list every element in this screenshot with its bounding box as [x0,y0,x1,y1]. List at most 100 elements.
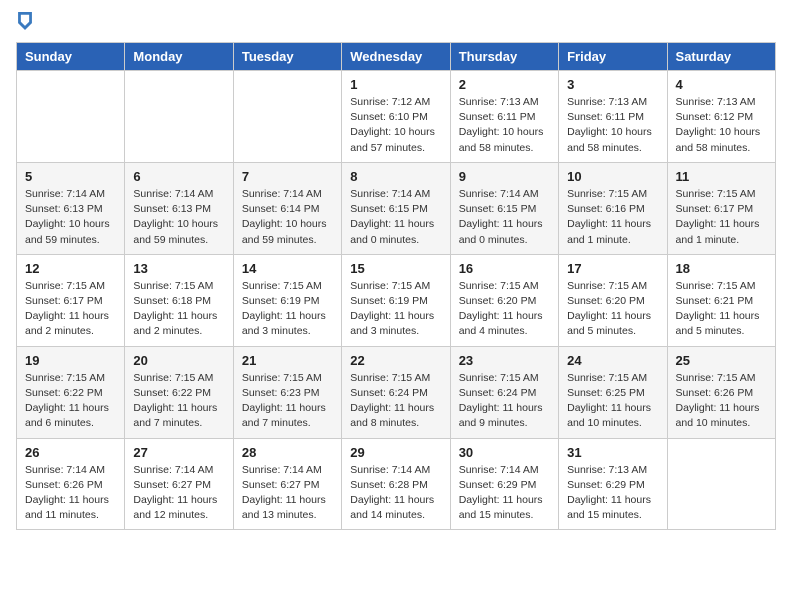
day-number: 9 [459,169,550,184]
calendar-cell: 28Sunrise: 7:14 AM Sunset: 6:27 PM Dayli… [233,438,341,530]
day-number: 25 [676,353,767,368]
day-info: Sunrise: 7:13 AM Sunset: 6:11 PM Dayligh… [567,95,658,156]
day-info: Sunrise: 7:15 AM Sunset: 6:26 PM Dayligh… [676,371,767,432]
day-info: Sunrise: 7:14 AM Sunset: 6:29 PM Dayligh… [459,463,550,524]
day-number: 10 [567,169,658,184]
day-info: Sunrise: 7:15 AM Sunset: 6:19 PM Dayligh… [242,279,333,340]
day-number: 21 [242,353,333,368]
day-number: 5 [25,169,116,184]
day-number: 27 [133,445,224,460]
day-info: Sunrise: 7:15 AM Sunset: 6:20 PM Dayligh… [567,279,658,340]
day-info: Sunrise: 7:15 AM Sunset: 6:17 PM Dayligh… [676,187,767,248]
day-info: Sunrise: 7:15 AM Sunset: 6:17 PM Dayligh… [25,279,116,340]
day-number: 15 [350,261,441,276]
calendar-cell: 13Sunrise: 7:15 AM Sunset: 6:18 PM Dayli… [125,254,233,346]
calendar-cell: 5 Sunrise: 7:14 AM Sunset: 6:13 PM Daylig… [17,162,125,254]
calendar-cell: 12 Sunrise: 7:15 AM Sunset: 6:17 PM Dayli… [17,254,125,346]
day-info: Sunrise: 7:14 AM Sunset: 6:27 PM Dayligh… [242,463,333,524]
day-info: Sunrise: 7:15 AM Sunset: 6:25 PM Dayligh… [567,371,658,432]
day-info: Sunrise: 7:15 AM Sunset: 6:20 PM Dayligh… [459,279,550,340]
day-info: Sunrise: 7:13 AM Sunset: 6:11 PM Dayligh… [459,95,550,156]
calendar-cell: 19Sunrise: 7:15 AM Sunset: 6:22 PM Dayli… [17,346,125,438]
calendar-week-4: 19Sunrise: 7:15 AM Sunset: 6:22 PM Dayli… [17,346,776,438]
calendar-cell: 22Sunrise: 7:15 AM Sunset: 6:24 PM Dayli… [342,346,450,438]
calendar-cell: 16 Sunrise: 7:15 AM Sunset: 6:20 PM Dayli… [450,254,558,346]
calendar-cell [233,71,341,163]
calendar-cell: 10 Sunrise: 7:15 AM Sunset: 6:16 PM Dayli… [559,162,667,254]
day-number: 23 [459,353,550,368]
calendar-cell [125,71,233,163]
day-number: 14 [242,261,333,276]
header-day-saturday: Saturday [667,43,775,71]
calendar-cell: 7 Sunrise: 7:14 AM Sunset: 6:14 PM Daylig… [233,162,341,254]
day-number: 6 [133,169,224,184]
calendar-cell [17,71,125,163]
header-day-monday: Monday [125,43,233,71]
calendar-cell: 2 Sunrise: 7:13 AM Sunset: 6:11 PM Daylig… [450,71,558,163]
day-number: 18 [676,261,767,276]
page: SundayMondayTuesdayWednesdayThursdayFrid… [0,0,792,546]
header-day-sunday: Sunday [17,43,125,71]
calendar-week-1: 1 Sunrise: 7:12 AM Sunset: 6:10 PM Daylig… [17,71,776,163]
calendar-cell: 26Sunrise: 7:14 AM Sunset: 6:26 PM Dayli… [17,438,125,530]
calendar-cell: 23Sunrise: 7:15 AM Sunset: 6:24 PM Dayli… [450,346,558,438]
day-info: Sunrise: 7:12 AM Sunset: 6:10 PM Dayligh… [350,95,441,156]
day-info: Sunrise: 7:15 AM Sunset: 6:16 PM Dayligh… [567,187,658,248]
calendar-cell: 15 Sunrise: 7:15 AM Sunset: 6:19 PM Dayli… [342,254,450,346]
day-number: 16 [459,261,550,276]
calendar-cell: 1 Sunrise: 7:12 AM Sunset: 6:10 PM Daylig… [342,71,450,163]
calendar-table: SundayMondayTuesdayWednesdayThursdayFrid… [16,42,776,530]
day-number: 20 [133,353,224,368]
day-number: 12 [25,261,116,276]
calendar-week-3: 12 Sunrise: 7:15 AM Sunset: 6:17 PM Dayli… [17,254,776,346]
day-info: Sunrise: 7:15 AM Sunset: 6:19 PM Dayligh… [350,279,441,340]
calendar-cell: 25 Sunrise: 7:15 AM Sunset: 6:26 PM Dayli… [667,346,775,438]
header-day-tuesday: Tuesday [233,43,341,71]
day-number: 1 [350,77,441,92]
calendar-cell: 4 Sunrise: 7:13 AM Sunset: 6:12 PM Daylig… [667,71,775,163]
day-info: Sunrise: 7:14 AM Sunset: 6:13 PM Dayligh… [25,187,116,248]
calendar-cell: 21 Sunrise: 7:15 AM Sunset: 6:23 PM Dayli… [233,346,341,438]
calendar-week-5: 26Sunrise: 7:14 AM Sunset: 6:26 PM Dayli… [17,438,776,530]
day-info: Sunrise: 7:15 AM Sunset: 6:23 PM Dayligh… [242,371,333,432]
day-number: 2 [459,77,550,92]
day-number: 11 [676,169,767,184]
day-info: Sunrise: 7:14 AM Sunset: 6:15 PM Dayligh… [350,187,441,248]
header-day-friday: Friday [559,43,667,71]
day-number: 8 [350,169,441,184]
calendar-header: SundayMondayTuesdayWednesdayThursdayFrid… [17,43,776,71]
calendar-cell: 3 Sunrise: 7:13 AM Sunset: 6:11 PM Daylig… [559,71,667,163]
calendar-cell: 8 Sunrise: 7:14 AM Sunset: 6:15 PM Daylig… [342,162,450,254]
calendar-cell [667,438,775,530]
calendar-cell: 29 Sunrise: 7:14 AM Sunset: 6:28 PM Dayli… [342,438,450,530]
header-day-wednesday: Wednesday [342,43,450,71]
day-number: 29 [350,445,441,460]
calendar-cell: 6 Sunrise: 7:14 AM Sunset: 6:13 PM Daylig… [125,162,233,254]
calendar-cell: 31Sunrise: 7:13 AM Sunset: 6:29 PM Dayli… [559,438,667,530]
header-day-thursday: Thursday [450,43,558,71]
calendar-cell: 30 Sunrise: 7:14 AM Sunset: 6:29 PM Dayli… [450,438,558,530]
day-info: Sunrise: 7:15 AM Sunset: 6:24 PM Dayligh… [350,371,441,432]
day-info: Sunrise: 7:14 AM Sunset: 6:14 PM Dayligh… [242,187,333,248]
calendar-cell: 27 Sunrise: 7:14 AM Sunset: 6:27 PM Dayli… [125,438,233,530]
calendar-cell: 17Sunrise: 7:15 AM Sunset: 6:20 PM Dayli… [559,254,667,346]
logo-icon [18,12,32,30]
day-info: Sunrise: 7:14 AM Sunset: 6:13 PM Dayligh… [133,187,224,248]
day-info: Sunrise: 7:14 AM Sunset: 6:28 PM Dayligh… [350,463,441,524]
day-info: Sunrise: 7:15 AM Sunset: 6:21 PM Dayligh… [676,279,767,340]
calendar-cell: 9Sunrise: 7:14 AM Sunset: 6:15 PM Daylig… [450,162,558,254]
logo [16,16,32,30]
day-number: 4 [676,77,767,92]
day-info: Sunrise: 7:14 AM Sunset: 6:27 PM Dayligh… [133,463,224,524]
header [16,16,776,30]
day-info: Sunrise: 7:13 AM Sunset: 6:12 PM Dayligh… [676,95,767,156]
header-row: SundayMondayTuesdayWednesdayThursdayFrid… [17,43,776,71]
day-number: 7 [242,169,333,184]
day-number: 3 [567,77,658,92]
day-number: 31 [567,445,658,460]
day-info: Sunrise: 7:15 AM Sunset: 6:18 PM Dayligh… [133,279,224,340]
day-number: 24 [567,353,658,368]
day-number: 30 [459,445,550,460]
calendar-cell: 18 Sunrise: 7:15 AM Sunset: 6:21 PM Dayli… [667,254,775,346]
day-info: Sunrise: 7:15 AM Sunset: 6:22 PM Dayligh… [133,371,224,432]
